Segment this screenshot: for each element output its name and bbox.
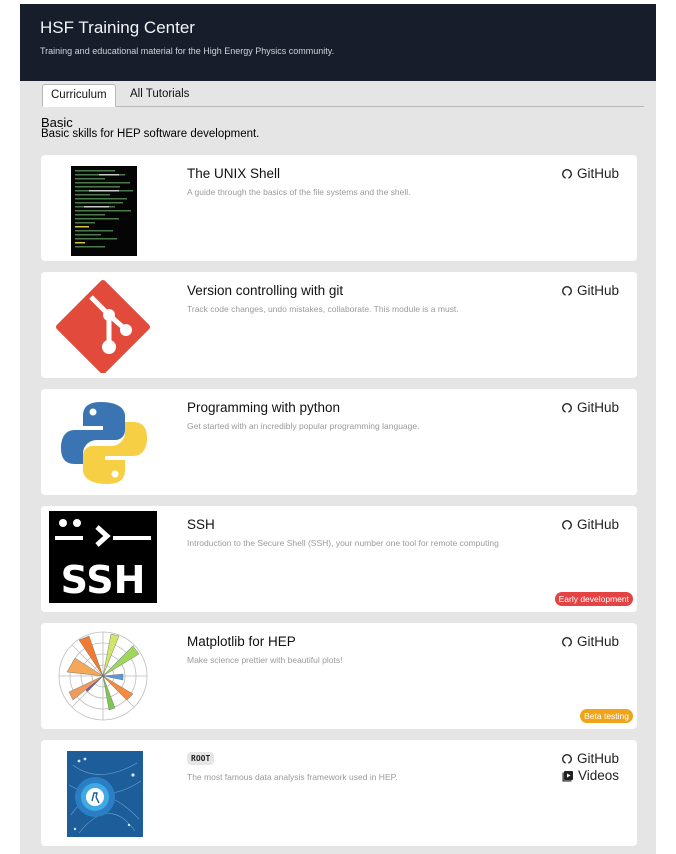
tab-all-tutorials[interactable]: All Tutorials (122, 84, 197, 106)
module-description: The most famous data analysis framework … (187, 772, 398, 782)
github-icon (561, 285, 572, 296)
tab-bar: Curriculum All Tutorials (42, 84, 644, 107)
tab-curriculum[interactable]: Curriculum (42, 84, 116, 107)
github-link[interactable]: GitHub (561, 283, 619, 298)
section-description: Basic skills for HEP software developmen… (41, 128, 260, 140)
github-link[interactable]: GitHub (561, 400, 619, 415)
github-label: GitHub (576, 517, 619, 532)
module-card-root[interactable]: ROOT The most famous data analysis frame… (41, 740, 637, 846)
module-title[interactable]: The UNIX Shell (187, 166, 280, 181)
matplotlib-logo-icon (58, 631, 148, 721)
github-link[interactable]: GitHub (561, 517, 619, 532)
git-logo-icon (56, 280, 150, 373)
status-badge: Beta testing (580, 709, 633, 723)
site-title[interactable]: HSF Training Center (40, 4, 636, 38)
videos-link[interactable]: Videos (562, 768, 619, 783)
ssh-logo-icon: SSH (49, 511, 157, 603)
github-link[interactable]: GitHub (561, 751, 619, 766)
github-label: GitHub (576, 166, 619, 181)
module-card-unix-shell[interactable]: The UNIX Shell A guide through the basic… (41, 155, 637, 261)
github-link[interactable]: GitHub (561, 634, 619, 649)
module-card-python[interactable]: Programming with python Get started with… (41, 389, 637, 495)
module-title[interactable]: Programming with python (187, 400, 340, 415)
module-description: Get started with an incredibly popular p… (187, 421, 420, 431)
module-description: A guide through the basics of the file s… (187, 187, 411, 197)
videos-label: Videos (577, 768, 619, 783)
site-header: HSF Training Center Training and educati… (20, 4, 656, 81)
module-title[interactable]: Version controlling with git (187, 283, 343, 298)
module-description: Introduction to the Secure Shell (SSH), … (187, 538, 499, 548)
module-title[interactable]: Matplotlib for HEP (187, 634, 296, 649)
terminal-screenshot-icon (71, 166, 137, 256)
github-link[interactable]: GitHub (561, 166, 619, 181)
status-badge: Early development (554, 592, 633, 606)
github-icon (561, 402, 572, 413)
module-title[interactable]: SSH (187, 517, 215, 532)
site-subtitle: Training and educational material for th… (40, 46, 335, 56)
module-title[interactable]: ROOT (187, 752, 215, 765)
github-label: GitHub (576, 400, 619, 415)
github-icon (561, 636, 572, 647)
github-icon (561, 168, 572, 179)
github-label: GitHub (576, 751, 619, 766)
github-label: GitHub (576, 634, 619, 649)
github-label: GitHub (576, 283, 619, 298)
root-logo-icon (67, 751, 143, 837)
module-description: Make science prettier with beautiful plo… (187, 655, 343, 665)
module-description: Track code changes, undo mistakes, colla… (187, 304, 459, 314)
github-icon (561, 519, 572, 530)
module-card-ssh[interactable]: SSH SSH Introduction to the Secure Shell… (41, 506, 637, 612)
module-card-git[interactable]: Version controlling with git Track code … (41, 272, 637, 378)
svg-text:SSH: SSH (61, 558, 146, 602)
module-card-matplotlib[interactable]: Matplotlib for HEP Make science prettier… (41, 623, 637, 729)
page: HSF Training Center Training and educati… (20, 4, 656, 854)
github-icon (561, 753, 572, 764)
video-icon (562, 770, 573, 781)
python-logo-icon (61, 402, 147, 484)
